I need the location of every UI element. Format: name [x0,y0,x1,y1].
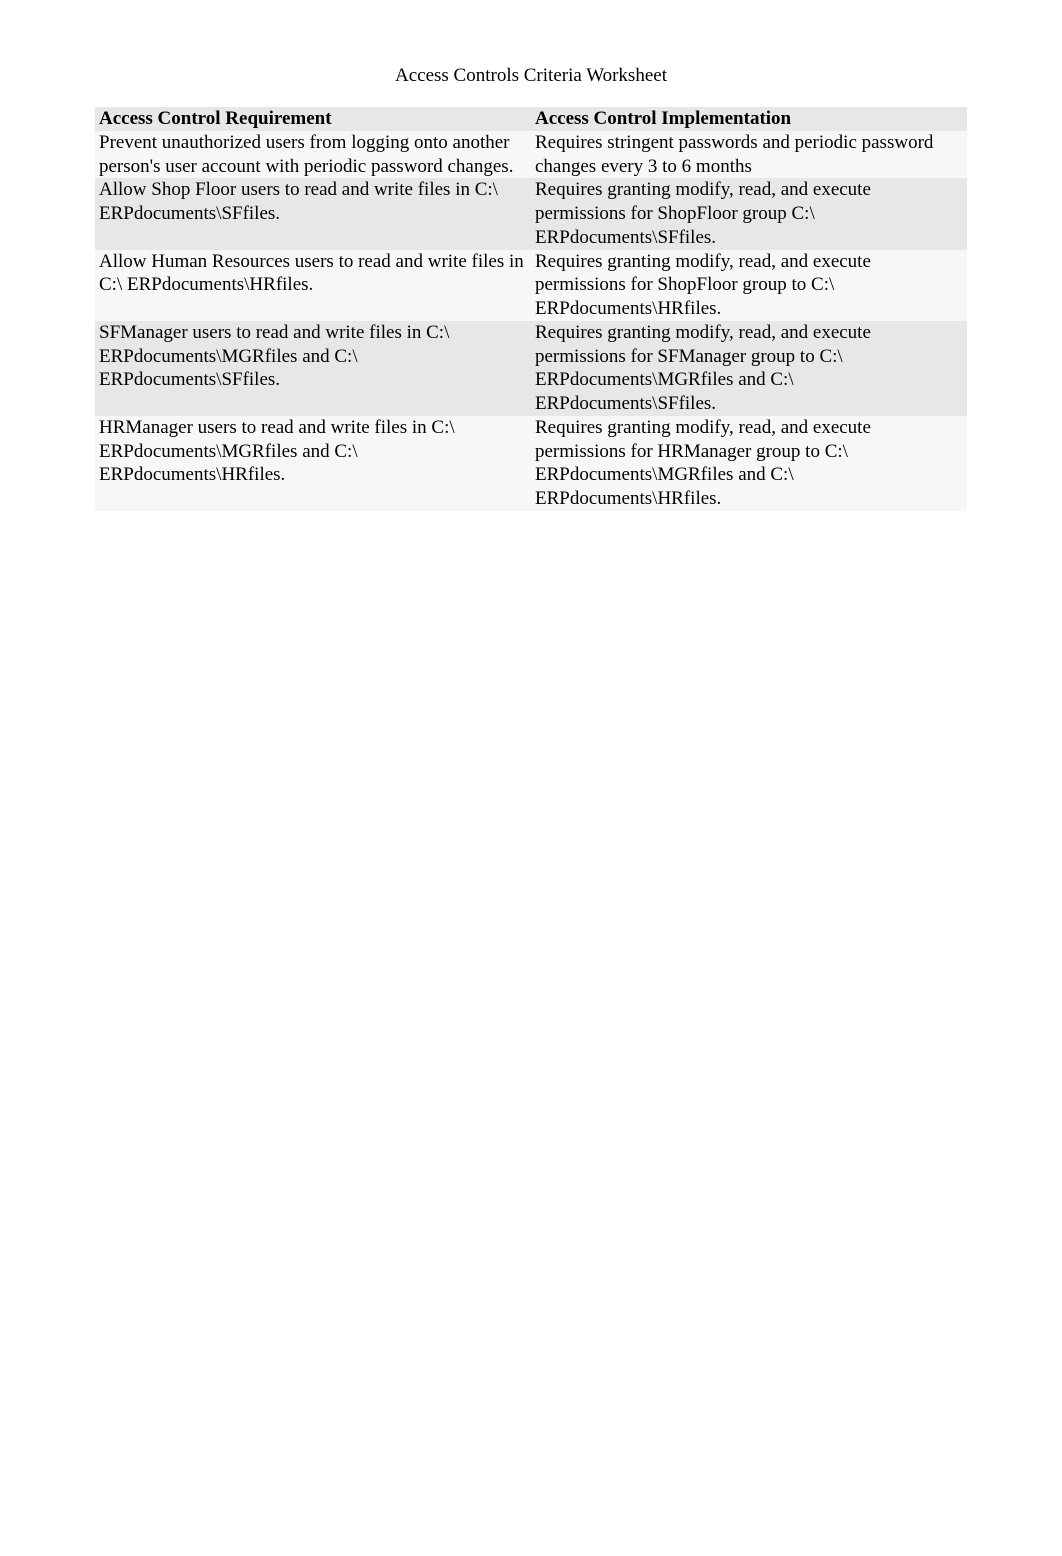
implementation-cell: Requires granting modify, read, and exec… [531,178,967,249]
requirement-cell: Prevent unauthorized users from logging … [95,131,531,179]
table-row: Prevent unauthorized users from logging … [95,131,967,179]
table-row: Allow Human Resources users to read and … [95,250,967,321]
table-row: SFManager users to read and write files … [95,321,967,416]
table-row: Allow Shop Floor users to read and write… [95,178,967,249]
implementation-cell: Requires granting modify, read, and exec… [531,250,967,321]
requirement-cell: Allow Human Resources users to read and … [95,250,531,321]
header-implementation: Access Control Implementation [531,107,967,131]
requirement-cell: HRManager users to read and write files … [95,416,531,511]
implementation-cell: Requires granting modify, read, and exec… [531,321,967,416]
requirement-cell: SFManager users to read and write files … [95,321,531,416]
implementation-cell: Requires granting modify, read, and exec… [531,416,967,511]
implementation-cell: Requires stringent passwords and periodi… [531,131,967,179]
table-header-row: Access Control Requirement Access Contro… [95,107,967,131]
access-controls-table: Access Control Requirement Access Contro… [95,107,967,511]
table-row: HRManager users to read and write files … [95,416,967,511]
requirement-cell: Allow Shop Floor users to read and write… [95,178,531,249]
header-requirement: Access Control Requirement [95,107,531,131]
document-title: Access Controls Criteria Worksheet [95,65,967,87]
